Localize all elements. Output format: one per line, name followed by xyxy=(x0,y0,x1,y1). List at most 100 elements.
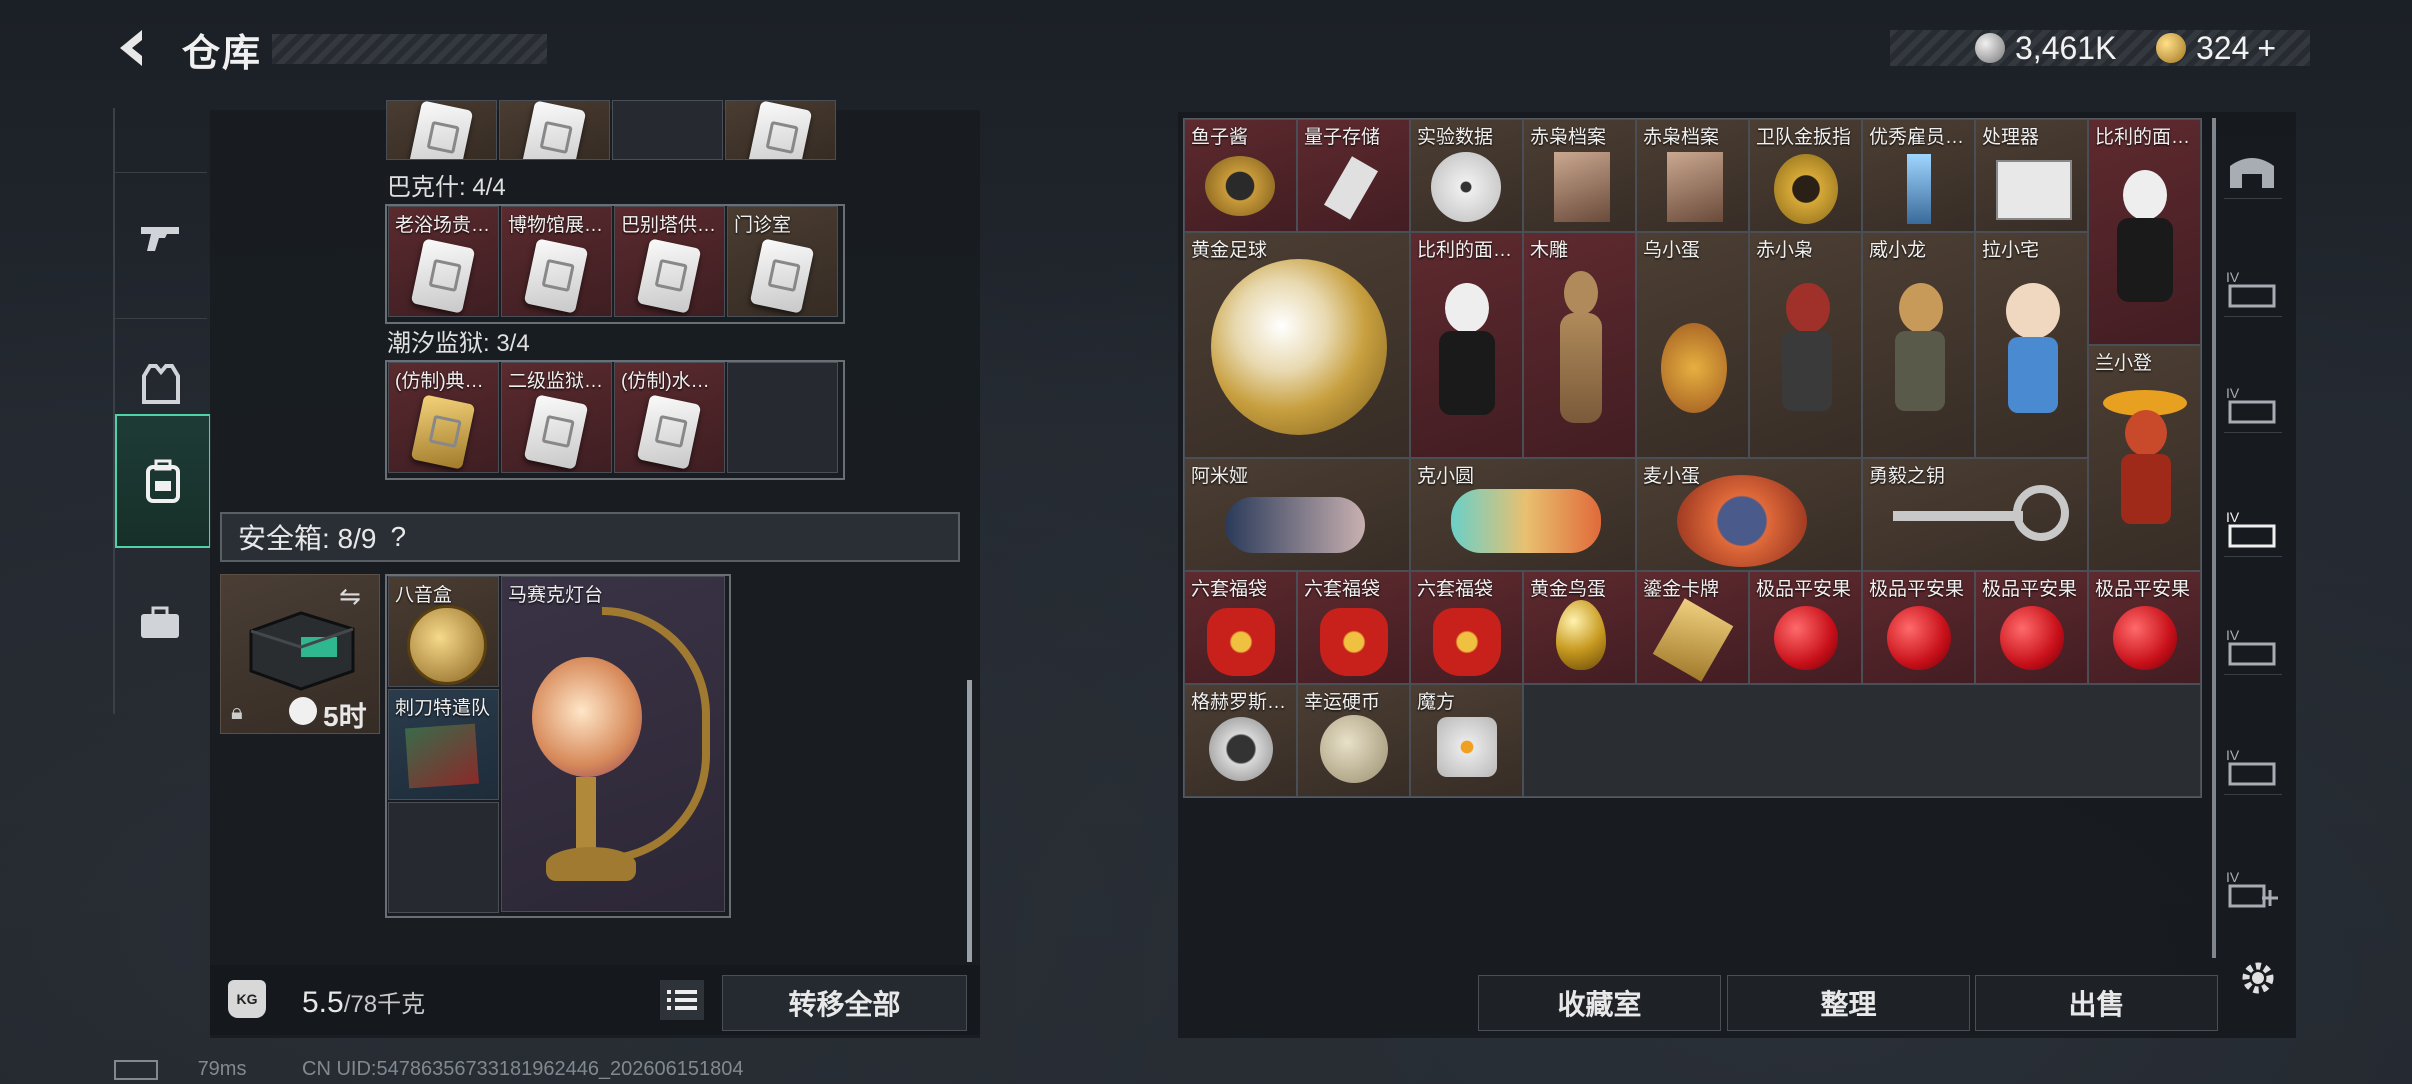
swap-icon[interactable]: ⇋ xyxy=(339,581,361,612)
title-decoration xyxy=(272,34,547,64)
item-lan-xiao-deng[interactable]: 兰小登 xyxy=(2088,345,2201,571)
item-guard-gold-ring[interactable]: 卫队金扳指 xyxy=(1749,119,1862,232)
item-cell[interactable]: 老浴场贵… xyxy=(388,206,499,317)
item-lucky-bag[interactable]: 六套福袋 xyxy=(1410,571,1523,684)
item-cell[interactable] xyxy=(725,100,836,160)
item-ke-xiao-yuan[interactable]: 克小圆 xyxy=(1410,458,1636,571)
uid-readout: CN UID:5478635673318196244​6_20260615180… xyxy=(302,1058,744,1080)
gold-amount: 324 xyxy=(2196,29,2250,66)
add-gold-icon[interactable]: + xyxy=(2257,30,2276,67)
help-icon[interactable]: ? xyxy=(390,521,406,553)
sell-button[interactable]: 出售 xyxy=(1975,975,2218,1031)
item-caviar[interactable]: 鱼子酱 xyxy=(1184,119,1297,232)
gun-icon xyxy=(141,227,179,251)
item-premium-apple[interactable]: 极品平安果 xyxy=(1749,571,1862,684)
item-la-xiao-zhai[interactable]: 拉小宅 xyxy=(1975,232,2088,458)
svg-text:IV: IV xyxy=(2226,509,2240,525)
settings-gear-icon[interactable] xyxy=(2236,956,2280,1005)
collection-side-rail: IV IV IV IV IV IV xyxy=(2210,118,2295,958)
vest-icon xyxy=(142,364,180,404)
item-billy-mask[interactable]: 比利的面… xyxy=(2088,119,2201,345)
rail-level4-icon[interactable]: IV xyxy=(2224,624,2282,675)
safe-box-header: 安全箱: 8/9 ? xyxy=(220,512,960,562)
gold-currency[interactable]: 324 + xyxy=(2156,30,2276,66)
gold-coin-icon xyxy=(2156,33,2186,63)
safe-box-container[interactable]: ⇋ 🔒︎ 5时 xyxy=(220,574,380,734)
item-cell[interactable] xyxy=(499,100,610,160)
empty-cells-row[interactable] xyxy=(1523,684,2201,797)
category-tabs xyxy=(113,108,211,714)
silver-coin-icon xyxy=(1975,33,2005,63)
rail-level4-icon[interactable]: IV xyxy=(2224,266,2282,317)
item-gold-football[interactable]: 黄金足球 xyxy=(1184,232,1410,458)
rail-level4-icon[interactable]: IV xyxy=(2224,382,2282,433)
empty-cell[interactable] xyxy=(727,362,838,473)
item-cell[interactable]: (仿制)典… xyxy=(388,362,499,473)
item-mosaic-lamp[interactable]: 马赛克灯台 xyxy=(501,576,725,912)
empty-cell[interactable] xyxy=(388,802,499,913)
item-wei-xiao-long[interactable]: 威小龙 xyxy=(1862,232,1975,458)
item-wood-carving[interactable]: 木雕 xyxy=(1523,232,1636,458)
item-courage-key[interactable]: 勇毅之钥 xyxy=(1862,458,2088,571)
item-owl-file[interactable]: 赤枭档案 xyxy=(1636,119,1749,232)
item-experiment-data[interactable]: 实验数据 xyxy=(1410,119,1523,232)
weight-value: 5.5 xyxy=(302,986,344,1019)
item-excellent-employee[interactable]: 优秀雇员… xyxy=(1862,119,1975,232)
briefcase-icon xyxy=(139,606,181,645)
svg-text:IV: IV xyxy=(2226,627,2240,643)
tab-stash[interactable] xyxy=(115,414,211,548)
item-gilded-card[interactable]: 鎏金卡牌 xyxy=(1636,571,1749,684)
rail-add-icon[interactable]: IV xyxy=(2224,866,2282,916)
back-arrow-icon xyxy=(120,30,142,66)
item-music-box[interactable]: 八音盒 xyxy=(388,576,499,687)
back-button[interactable] xyxy=(112,26,156,70)
item-lucky-bag[interactable]: 六套福袋 xyxy=(1297,571,1410,684)
weight-total: /78千克 xyxy=(343,991,426,1018)
rail-level4-icon[interactable]: IV xyxy=(2224,744,2282,795)
item-bayonet-team[interactable]: 刺刀特遣队 xyxy=(388,689,499,800)
list-icon xyxy=(667,990,697,1010)
group-label-bakesh: 巴克什: 4/4 xyxy=(387,174,506,201)
item-premium-apple[interactable]: 极品平安果 xyxy=(1975,571,2088,684)
transfer-all-button[interactable]: 转移全部 xyxy=(722,975,967,1031)
item-cell[interactable]: 二级监狱… xyxy=(501,362,612,473)
safe-case-icon xyxy=(249,611,355,691)
item-premium-apple[interactable]: 极品平安果 xyxy=(2088,571,2201,684)
tab-weapons[interactable] xyxy=(115,172,207,303)
group-label-prison: 潮汐监狱: 3/4 xyxy=(387,330,530,357)
item-lucky-bag[interactable]: 六套福袋 xyxy=(1184,571,1297,684)
item-mai-xiao-dan[interactable]: 麦小蛋 xyxy=(1636,458,1862,571)
item-cell[interactable]: (仿制)水… xyxy=(614,362,725,473)
item-premium-apple[interactable]: 极品平安果 xyxy=(1862,571,1975,684)
item-wu-xiao-dan[interactable]: 乌小蛋 xyxy=(1636,232,1749,458)
item-chi-xiao-xiao[interactable]: 赤小枭 xyxy=(1749,232,1862,458)
tab-cases[interactable] xyxy=(115,678,207,714)
backpack-icon xyxy=(146,459,180,503)
item-cell[interactable]: 门诊室 xyxy=(727,206,838,317)
rail-home-icon[interactable] xyxy=(2224,148,2282,199)
item-lucky-coin[interactable]: 幸运硬币 xyxy=(1297,684,1410,797)
item-billy-mask[interactable]: 比利的面… xyxy=(1410,232,1523,458)
empty-cell[interactable] xyxy=(612,100,723,160)
item-gold-egg[interactable]: 黄金鸟蛋 xyxy=(1523,571,1636,684)
item-cell[interactable]: 博物馆展… xyxy=(501,206,612,317)
ping-readout: 79ms xyxy=(197,1058,247,1080)
item-gehros[interactable]: 格赫罗斯… xyxy=(1184,684,1297,797)
collection-room-button[interactable]: 收藏室 xyxy=(1478,975,1721,1031)
svg-text:IV: IV xyxy=(2226,385,2240,401)
status-bar: 79ms CN UID:5478635673318196244​6_202606… xyxy=(114,1058,744,1081)
sort-button[interactable]: 整理 xyxy=(1727,975,1970,1031)
item-cell[interactable] xyxy=(386,100,497,160)
item-quantum-storage[interactable]: 量子存储 xyxy=(1297,119,1410,232)
stash-scrollbar[interactable] xyxy=(967,680,972,962)
item-magic-cube[interactable]: 魔方 xyxy=(1410,684,1523,797)
battery-icon xyxy=(114,1059,158,1080)
item-processor[interactable]: 处理器 xyxy=(1975,119,2088,232)
rail-level4-icon-active[interactable]: IV xyxy=(2224,506,2282,557)
item-cell[interactable]: 巴别塔供… xyxy=(614,206,725,317)
svg-text:IV: IV xyxy=(2226,269,2240,285)
list-view-button[interactable] xyxy=(660,980,704,1020)
item-amiya[interactable]: 阿米娅 xyxy=(1184,458,1410,571)
page-title: 仓库 xyxy=(182,33,263,75)
item-owl-file[interactable]: 赤枭档案 xyxy=(1523,119,1636,232)
